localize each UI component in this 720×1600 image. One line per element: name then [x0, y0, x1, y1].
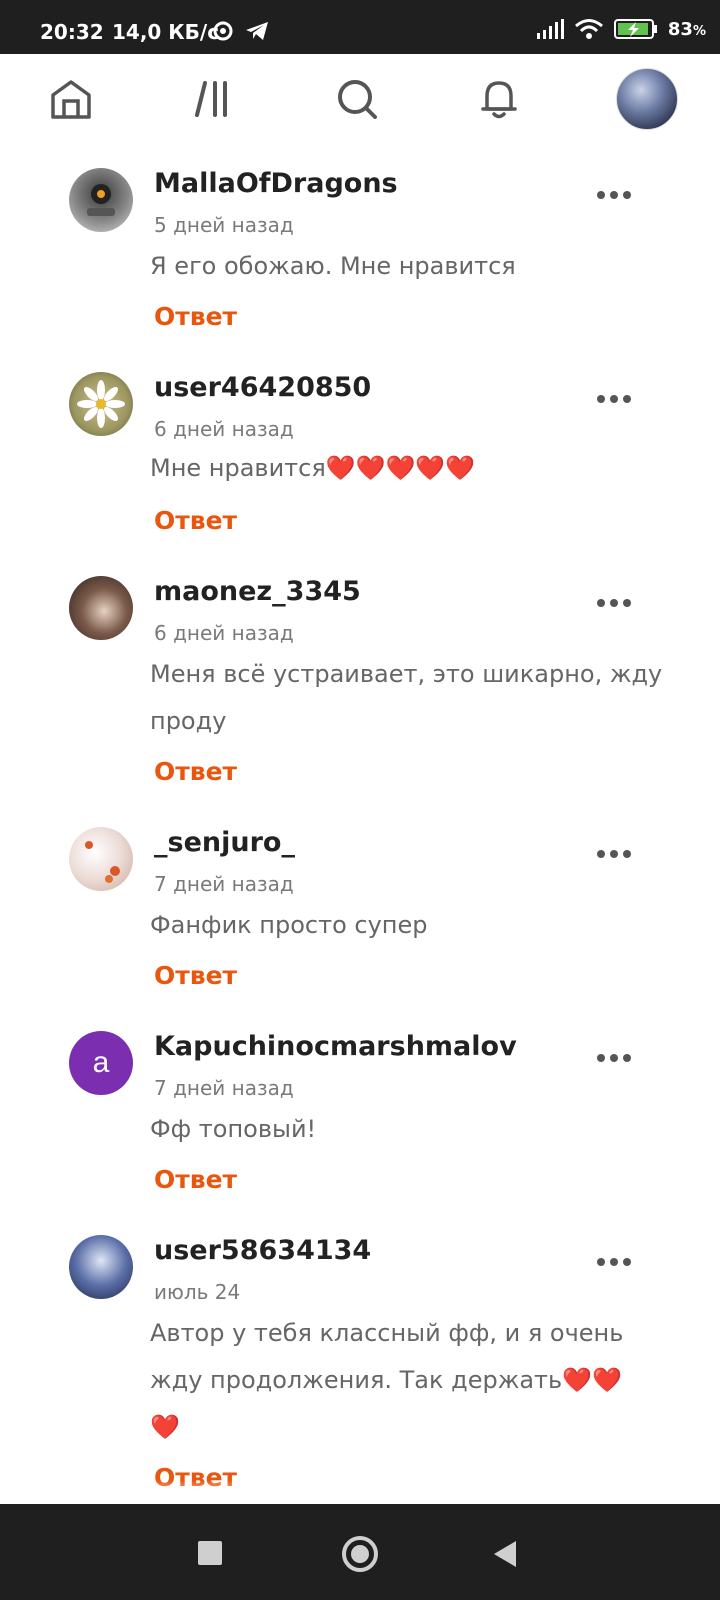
signal-icon	[536, 19, 564, 39]
system-navigation-bar	[0, 1504, 720, 1600]
comment-text: Я его обожаю. Мне нравится	[150, 252, 516, 280]
comment-text: Меня всё устраивает, это шикарно, жду пр…	[150, 660, 663, 735]
scroll-fade	[0, 1480, 720, 1504]
comment-time: 7 дней назад	[154, 1076, 294, 1100]
avatar[interactable]	[69, 168, 133, 232]
comment-username[interactable]: Kapuchinocmarshmalov	[154, 1031, 517, 1062]
status-network-speed: 14,0 КБ/с	[112, 20, 220, 44]
comment-username[interactable]: _senjuro_	[154, 827, 295, 858]
recent-apps-button[interactable]	[198, 1541, 222, 1565]
home-icon	[51, 80, 91, 119]
reply-button[interactable]: Ответ	[154, 302, 237, 331]
more-options-button[interactable]	[597, 392, 631, 406]
reply-button[interactable]: Ответ	[154, 757, 237, 786]
battery-charging-icon	[613, 19, 657, 39]
comment-text: Фф топовый!	[150, 1115, 317, 1143]
comment-username[interactable]: maonez_3345	[154, 576, 361, 607]
back-button[interactable]	[494, 1541, 516, 1567]
status-time: 20:32	[40, 20, 104, 44]
comment-username[interactable]: MallaOfDragons	[154, 168, 398, 199]
home-system-button[interactable]	[342, 1536, 378, 1572]
profile-avatar[interactable]	[616, 68, 678, 130]
comment-time: 6 дней назад	[154, 417, 294, 441]
sync-icon	[213, 21, 233, 41]
more-options-button[interactable]	[597, 1255, 631, 1269]
avatar-image	[85, 841, 120, 883]
avatar[interactable]	[69, 372, 133, 436]
avatar[interactable]	[69, 576, 133, 640]
wifi-icon	[574, 19, 603, 39]
top-navigation	[0, 54, 720, 144]
reply-button[interactable]: Ответ	[154, 506, 237, 535]
comment-text: Мне нравится❤️❤️❤️❤️❤️	[150, 454, 476, 482]
avatar[interactable]	[69, 827, 133, 891]
comment-text: Автор у тебя классный фф, и я очень жду …	[150, 1319, 624, 1441]
comment-time: июль 24	[154, 1280, 241, 1304]
flower-icon	[77, 380, 125, 428]
search-button[interactable]	[332, 74, 382, 124]
comment-time: 5 дней назад	[154, 213, 294, 237]
reply-button[interactable]: Ответ	[154, 1165, 237, 1194]
status-system-icons: 83%	[536, 18, 706, 40]
library-icon	[195, 81, 227, 117]
search-icon	[338, 80, 377, 119]
more-options-button[interactable]	[597, 188, 631, 202]
battery-level: 83%	[667, 18, 706, 40]
avatar[interactable]	[69, 1235, 133, 1299]
comment-username[interactable]: user46420850	[154, 372, 371, 403]
bell-icon	[481, 81, 517, 119]
avatar-image	[87, 184, 115, 216]
comment-username[interactable]: user58634134	[154, 1235, 371, 1266]
more-options-button[interactable]	[597, 1051, 631, 1065]
reply-button[interactable]: Ответ	[154, 961, 237, 990]
library-button[interactable]	[190, 74, 240, 124]
more-options-button[interactable]	[597, 847, 631, 861]
more-options-button[interactable]	[597, 596, 631, 610]
home-button[interactable]	[46, 74, 96, 124]
notifications-button[interactable]	[474, 74, 524, 124]
letter-avatar[interactable]: a	[69, 1031, 133, 1095]
comment-text: Фанфик просто супер	[150, 911, 428, 939]
status-notification-icons	[212, 20, 270, 42]
comment-time: 6 дней назад	[154, 621, 294, 645]
telegram-icon	[246, 22, 268, 40]
comment-time: 7 дней назад	[154, 872, 294, 896]
status-bar: 20:32 14,0 КБ/с 83%	[0, 0, 720, 54]
